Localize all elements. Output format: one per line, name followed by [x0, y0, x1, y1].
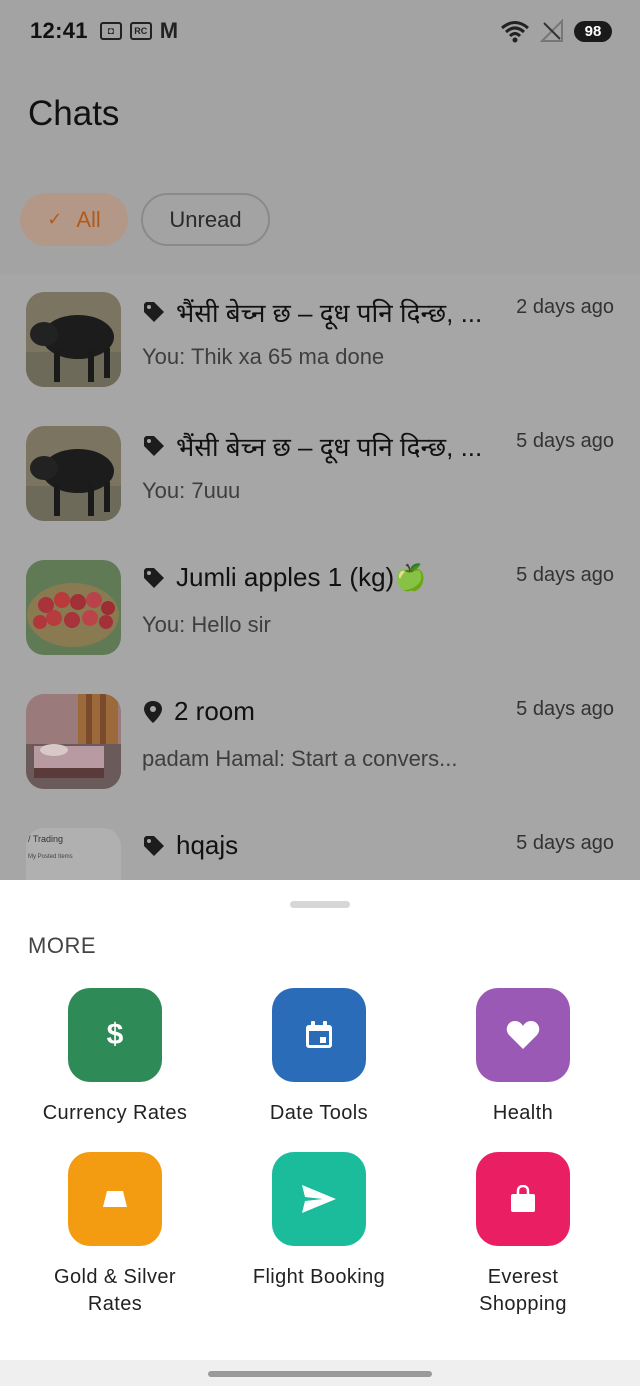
- tag-icon: [144, 302, 164, 322]
- send-icon: [272, 1152, 366, 1246]
- chat-title: Jumli apples 1 (kg)🍏: [142, 562, 427, 593]
- chat-preview: You: 7uuu: [142, 478, 241, 503]
- gmail-icon: M: [159, 18, 179, 43]
- home-gesture-handle[interactable]: [208, 1371, 432, 1377]
- chat-title-text: hqajs: [176, 830, 239, 860]
- chat-title-text: भैंसी बेच्न छ – दूध पनि दिन्छ, ...: [176, 298, 483, 328]
- chat-row[interactable]: भैंसी बेच्न छ – दूध पनि दिन्छ, ... 2 day…: [0, 274, 640, 408]
- chat-time: 5 days ago: [516, 698, 614, 720]
- rc-icon: RC: [129, 22, 152, 40]
- date-tools-tile[interactable]: Date Tools: [219, 988, 419, 1127]
- chat-title-text: Jumli apples 1 (kg)🍏: [176, 562, 427, 592]
- everest-shopping-tile[interactable]: Everest Shopping: [423, 1152, 623, 1318]
- status-right: 98: [500, 19, 612, 43]
- chat-title: भैंसी बेच्न छ – दूध पनि दिन्छ, ...: [142, 294, 482, 330]
- chat-row[interactable]: / Trading My Posted Items hqajs 5 days a…: [0, 810, 640, 880]
- chat-row[interactable]: Jumli apples 1 (kg)🍏 5 days ago You: Hel…: [0, 542, 640, 676]
- flight-booking-tile[interactable]: Flight Booking: [219, 1152, 419, 1291]
- tile-label: Flight Booking: [252, 1266, 386, 1288]
- chat-thumbnail: [26, 292, 121, 387]
- tile-label: Everest Shopping: [479, 1266, 567, 1315]
- status-bar: 12:41 ◘ RC M 98: [0, 0, 640, 62]
- chat-title-text: 2 room: [174, 696, 255, 726]
- filter-chip-label: Unread: [169, 206, 242, 232]
- tile-label: Date Tools: [269, 1102, 369, 1124]
- tile-label: Currency Rates: [42, 1102, 188, 1124]
- chat-title: भैंसी बेच्न छ – दूध पनि दिन्छ, ...: [142, 428, 482, 464]
- calendar-icon: [272, 988, 366, 1082]
- filter-chip-label: All: [76, 206, 101, 232]
- gold-bar-icon: [68, 1152, 162, 1246]
- tag-icon: [144, 436, 164, 456]
- page-title: Chats: [28, 94, 120, 133]
- dollar-icon: $: [68, 988, 162, 1082]
- tag-icon: [144, 835, 164, 856]
- chat-title: 2 room: [142, 696, 255, 727]
- chat-thumbnail: [26, 694, 121, 789]
- chat-thumbnail: / Trading My Posted Items: [26, 828, 121, 880]
- tile-label: Gold & Silver Rates: [54, 1266, 176, 1315]
- chat-thumbnail: [26, 560, 121, 655]
- filter-chip-all[interactable]: ✓ All: [20, 193, 128, 246]
- more-bottom-sheet: MORE $ Currency Rates Date Tools Health: [0, 880, 640, 1360]
- chat-time: 2 days ago: [516, 296, 614, 318]
- chat-row[interactable]: भैंसी बेच्न छ – दूध पनि दिन्छ, ... 5 day…: [0, 408, 640, 542]
- location-pin-icon: [144, 700, 162, 723]
- tag-icon: [144, 567, 164, 588]
- currency-rates-tile[interactable]: $ Currency Rates: [15, 988, 215, 1127]
- check-icon: ✓: [47, 209, 63, 229]
- sheet-title: MORE: [28, 933, 96, 958]
- chat-row[interactable]: 2 room 5 days ago padam Hamal: Start a c…: [0, 676, 640, 810]
- chat-time: 5 days ago: [516, 430, 614, 452]
- battery-indicator: 98: [574, 20, 612, 42]
- status-time: 12:41: [30, 18, 88, 43]
- notification-icons: ◘ RC M: [99, 18, 179, 44]
- sheet-drag-handle[interactable]: [290, 901, 350, 908]
- chat-preview: You: Thik xa 65 ma done: [142, 344, 385, 369]
- chats-header: Chats ✓ All Unread: [0, 62, 640, 274]
- shopping-bag-icon: [476, 1152, 570, 1246]
- chat-title: hqajs: [142, 830, 238, 861]
- chat-preview: You: Hello sir: [142, 612, 271, 637]
- screenshot-icon: ◘: [99, 22, 122, 40]
- chat-title-text: भैंसी बेच्न छ – दूध पनि दिन्छ, ...: [176, 432, 483, 462]
- system-navigation-bar: [0, 1360, 640, 1386]
- heart-icon: [476, 988, 570, 1082]
- chat-time: 5 days ago: [516, 564, 614, 586]
- chat-time: 5 days ago: [516, 832, 614, 854]
- chat-list: भैंसी बेच्न छ – दूध पनि दिन्छ, ... 2 day…: [0, 274, 640, 880]
- wifi-icon: [501, 21, 529, 43]
- gold-silver-rates-tile[interactable]: Gold & Silver Rates: [15, 1152, 215, 1318]
- tile-label: Health: [492, 1102, 554, 1124]
- no-signal-icon: [540, 19, 563, 42]
- thumbnail-caption: / Trading: [28, 834, 64, 844]
- chat-thumbnail: [26, 426, 121, 521]
- chat-preview: padam Hamal: Start a convers...: [142, 746, 458, 771]
- health-tile[interactable]: Health: [423, 988, 623, 1127]
- filter-chip-unread[interactable]: Unread: [141, 193, 270, 246]
- thumbnail-caption: My Posted Items: [28, 854, 73, 860]
